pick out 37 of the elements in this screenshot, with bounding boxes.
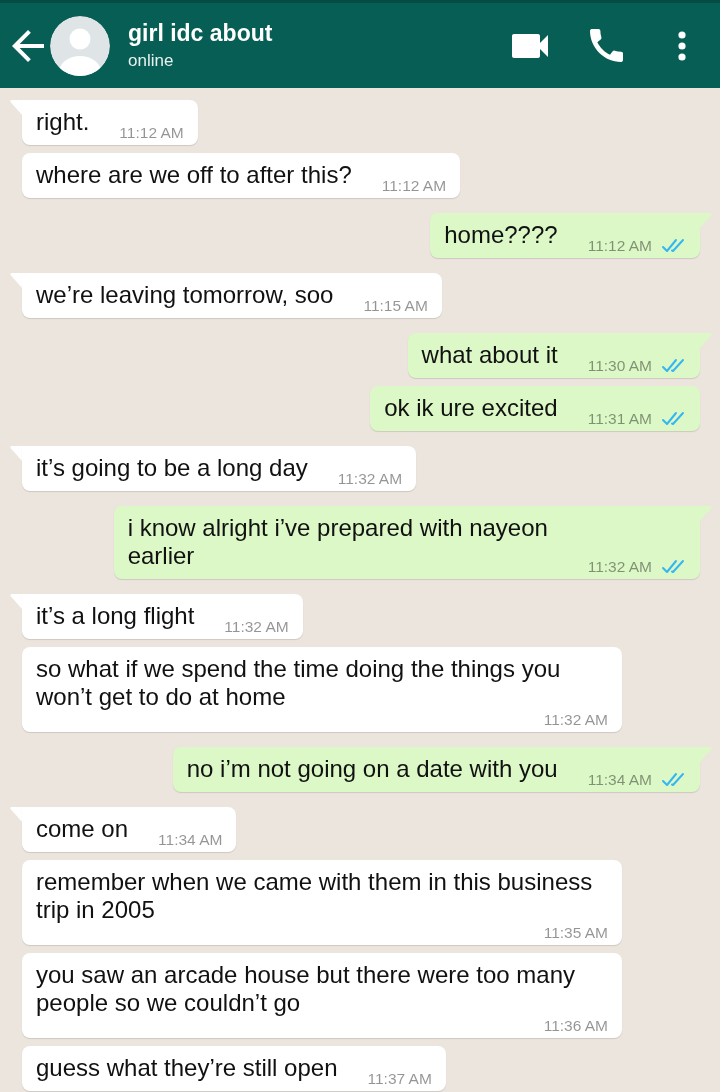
message-time: 11:12 AM	[119, 124, 184, 142]
message-text: what about it	[421, 341, 558, 369]
message-text: it’s going to be a long day	[36, 454, 308, 482]
message-time: 11:34 AM	[587, 771, 652, 789]
message-time: 11:36 AM	[543, 1017, 608, 1035]
message-text: guess what they’re still open	[36, 1054, 338, 1082]
message-time: 11:37 AM	[367, 1070, 432, 1088]
message-text: it’s a long flight	[36, 602, 195, 630]
message-text: ok ik ure excited	[384, 394, 558, 422]
message-time: 11:31 AM	[587, 410, 652, 428]
message-time: 11:15 AM	[363, 297, 428, 315]
phone-icon	[589, 29, 623, 62]
contact-status: online	[128, 51, 174, 71]
back-arrow-icon	[12, 29, 44, 62]
message-text: come on	[36, 815, 129, 843]
message-time: 11:30 AM	[587, 357, 652, 375]
message-time: 11:34 AM	[158, 831, 223, 849]
message-text: we’re leaving tomorrow, soo	[36, 281, 334, 309]
message-text: home????	[444, 221, 558, 249]
more-vertical-icon	[678, 30, 686, 61]
message-time: 11:32 AM	[224, 618, 289, 636]
message-text: remember when we came with them in this business trip in 2005	[36, 868, 594, 924]
message-time: 11:12 AM	[381, 177, 447, 195]
message-text: i know alright i’ve prepared with nayeon earlier	[127, 514, 549, 570]
video-camera-icon	[512, 33, 548, 58]
message-text: no i’m not going on a date with you	[186, 755, 558, 783]
message-time: 11:12 AM	[587, 237, 652, 255]
message-time: 11:32 AM	[587, 558, 652, 576]
avatar-icon[interactable]	[50, 15, 110, 76]
message-time: 11:32 AM	[337, 470, 403, 488]
message-text: where are we off to after this?	[36, 161, 352, 189]
message-text: you saw an arcade house but there were too many people so we couldn’t go	[36, 961, 576, 1017]
message-time: 11:32 AM	[543, 711, 608, 729]
message-text: so what if we spend the time doing the things you won’t get to do at home	[36, 655, 562, 711]
contact-name: girl idc about	[128, 20, 273, 47]
message-text: right.	[36, 108, 90, 136]
message-time: 11:35 AM	[543, 924, 608, 942]
